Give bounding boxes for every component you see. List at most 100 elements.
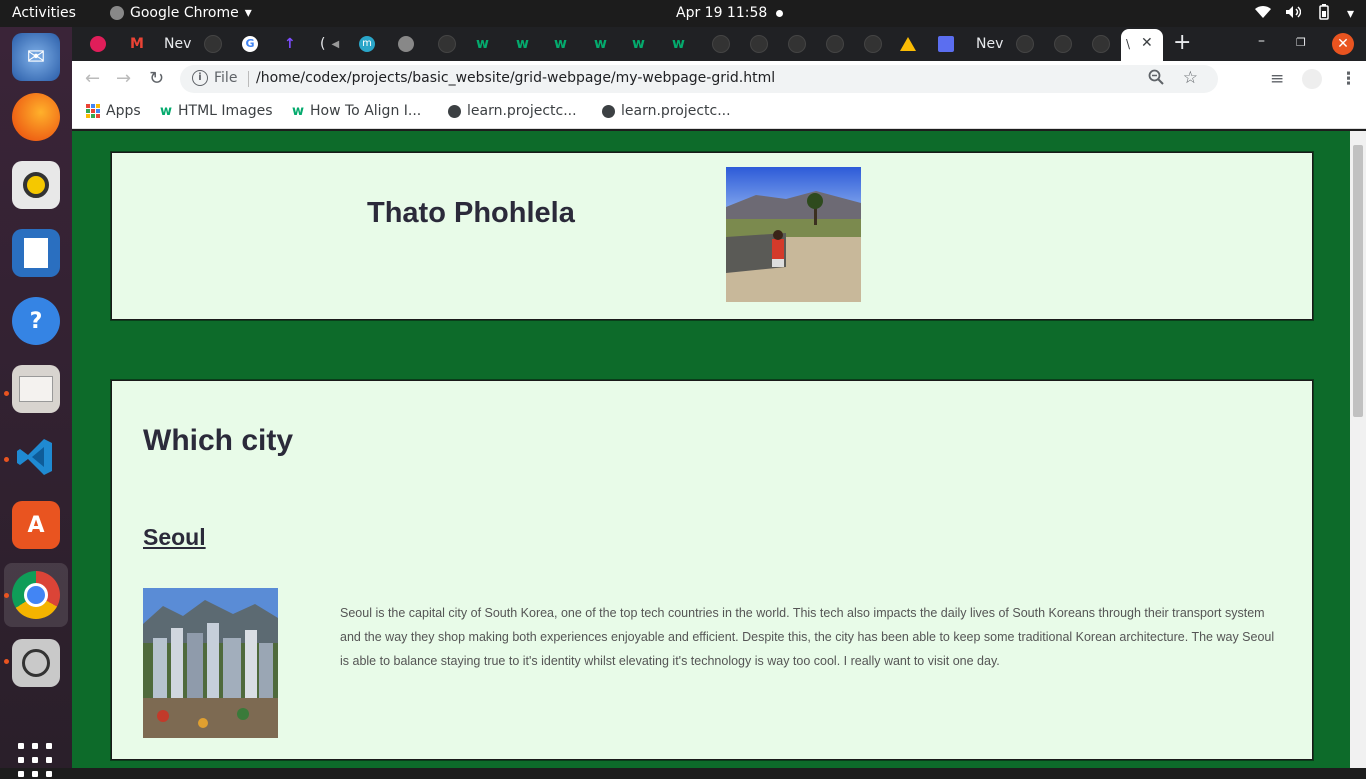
software-center-icon[interactable]: A [12, 501, 60, 549]
chrome-icon[interactable] [12, 571, 60, 619]
bookmark-html-images[interactable]: w HTML Images [160, 103, 273, 119]
activities-button[interactable]: Activities [12, 5, 76, 21]
tab-w3schools[interactable]: w [476, 33, 489, 55]
scrollbar-thumb[interactable] [1353, 145, 1363, 417]
tab-generic[interactable] [438, 33, 456, 55]
tab-generic[interactable] [712, 33, 730, 55]
libreoffice-writer-icon[interactable] [12, 229, 60, 277]
globe-icon [788, 35, 806, 53]
w3schools-icon: w [672, 36, 685, 52]
forward-button[interactable]: → [116, 68, 131, 89]
tab-generic[interactable] [864, 33, 882, 55]
tab-label: ( [320, 36, 326, 52]
info-icon[interactable]: i [192, 70, 208, 86]
tab-new-2[interactable]: Nev [976, 33, 1003, 55]
help-icon[interactable]: ? [12, 297, 60, 345]
tab-label: Nev [164, 36, 192, 52]
close-window-button[interactable]: ✕ [1332, 33, 1354, 55]
speaker-icon: ◀ [331, 38, 340, 50]
section-heading: Which city [143, 424, 294, 457]
globe-icon [864, 35, 882, 53]
tab-generic[interactable] [1054, 33, 1072, 55]
header-card: Thato Phohlela [111, 152, 1313, 320]
tab-m[interactable]: m [359, 33, 375, 55]
web-page: Thato Phohlela Which city Seoul Seoul is… [72, 131, 1350, 768]
chrome-small-icon [110, 6, 124, 20]
bookmark-label: Apps [106, 103, 141, 119]
system-tray[interactable]: ▾ [1254, 4, 1354, 24]
maximize-icon[interactable]: ❐ [1296, 36, 1306, 49]
globe-icon [712, 35, 730, 53]
files-icon[interactable] [12, 365, 60, 413]
globe-icon [750, 35, 768, 53]
pin-icon: ↑ [284, 36, 296, 52]
tab-generic[interactable] [1016, 33, 1034, 55]
back-button[interactable]: ← [85, 68, 100, 89]
system-top-bar: Activities Google Chrome ▾ Apr 19 11:58 … [0, 0, 1366, 27]
profile-avatar[interactable] [1302, 69, 1322, 89]
app-menu[interactable]: Google Chrome ▾ [110, 5, 252, 21]
vscode-icon[interactable] [12, 433, 60, 481]
url-scheme: File [214, 70, 238, 86]
running-indicator [4, 391, 9, 396]
tab-gmail[interactable]: M [130, 33, 144, 55]
city-name-heading: Seoul [143, 524, 206, 550]
tab-audio[interactable]: (◀ [320, 33, 339, 55]
media-control-icon[interactable]: ≡ [1270, 69, 1284, 89]
minimize-icon[interactable]: – [1258, 33, 1265, 49]
address-bar[interactable]: i File /home/codex/projects/basic_websit… [180, 65, 1218, 93]
tab-generic[interactable] [1092, 33, 1110, 55]
globe-icon [602, 104, 615, 118]
globe-icon [398, 36, 414, 52]
globe-icon [1092, 35, 1110, 53]
tab-slack[interactable] [90, 33, 106, 55]
tab-w3schools[interactable]: w [594, 33, 607, 55]
screenshot-icon[interactable] [12, 639, 60, 687]
tab-w3schools[interactable]: w [516, 33, 529, 55]
tab-docs[interactable] [938, 33, 954, 55]
zoom-icon[interactable] [1148, 69, 1164, 89]
battery-icon [1315, 4, 1333, 24]
tab-drive[interactable] [900, 33, 916, 55]
globe-icon [1054, 35, 1072, 53]
bookmark-learn-projectcodex-1[interactable]: learn.projectc... [448, 103, 577, 119]
bookmark-learn-projectcodex-2[interactable]: learn.projectc... [602, 103, 731, 119]
tab-label: \ [1126, 37, 1131, 51]
running-indicator [4, 593, 9, 598]
city-card: Which city Seoul Seoul is the capital ci… [111, 380, 1313, 760]
tab-w3schools[interactable]: w [672, 33, 685, 55]
menu-kebab-icon[interactable]: ⋮ [1340, 69, 1357, 89]
tab-generic[interactable] [204, 33, 222, 55]
slack-icon [90, 36, 106, 52]
profile-photo [726, 167, 861, 302]
apps-grid-icon [86, 104, 100, 118]
tab-generic[interactable] [788, 33, 806, 55]
rhythmbox-icon[interactable] [12, 161, 60, 209]
show-applications-icon[interactable] [18, 743, 54, 779]
seoul-photo [143, 588, 278, 738]
tab-generic[interactable] [826, 33, 844, 55]
tab-active[interactable]: \ ✕ [1121, 29, 1163, 61]
tab-google[interactable]: G [242, 33, 258, 55]
tab-label: Nev [976, 36, 1004, 52]
tab-purple[interactable]: ↑ [284, 33, 296, 55]
tab-world[interactable] [398, 33, 414, 55]
clock[interactable]: Apr 19 11:58 [676, 5, 767, 21]
bookmark-how-to-align[interactable]: w How To Align I... [292, 103, 421, 119]
tab-w3schools[interactable]: w [554, 33, 567, 55]
reload-button[interactable]: ↻ [149, 68, 164, 89]
url-text[interactable]: /home/codex/projects/basic_website/grid-… [256, 70, 775, 86]
new-tab-button[interactable]: + [1173, 30, 1191, 55]
bookmark-apps[interactable]: Apps [86, 103, 141, 119]
dock: ✉ ? A [0, 27, 72, 777]
page-scrollbar[interactable] [1350, 131, 1366, 768]
firefox-icon[interactable] [12, 93, 60, 141]
tab-new-1[interactable]: Nev [164, 33, 191, 55]
bookmark-star-icon[interactable]: ☆ [1183, 68, 1198, 88]
close-tab-icon[interactable]: ✕ [1141, 35, 1153, 51]
tab-w3schools[interactable]: w [632, 33, 645, 55]
tab-generic[interactable] [750, 33, 768, 55]
w3schools-icon: w [632, 36, 645, 52]
w3schools-icon: w [554, 36, 567, 52]
thunderbird-icon[interactable]: ✉ [12, 33, 60, 81]
